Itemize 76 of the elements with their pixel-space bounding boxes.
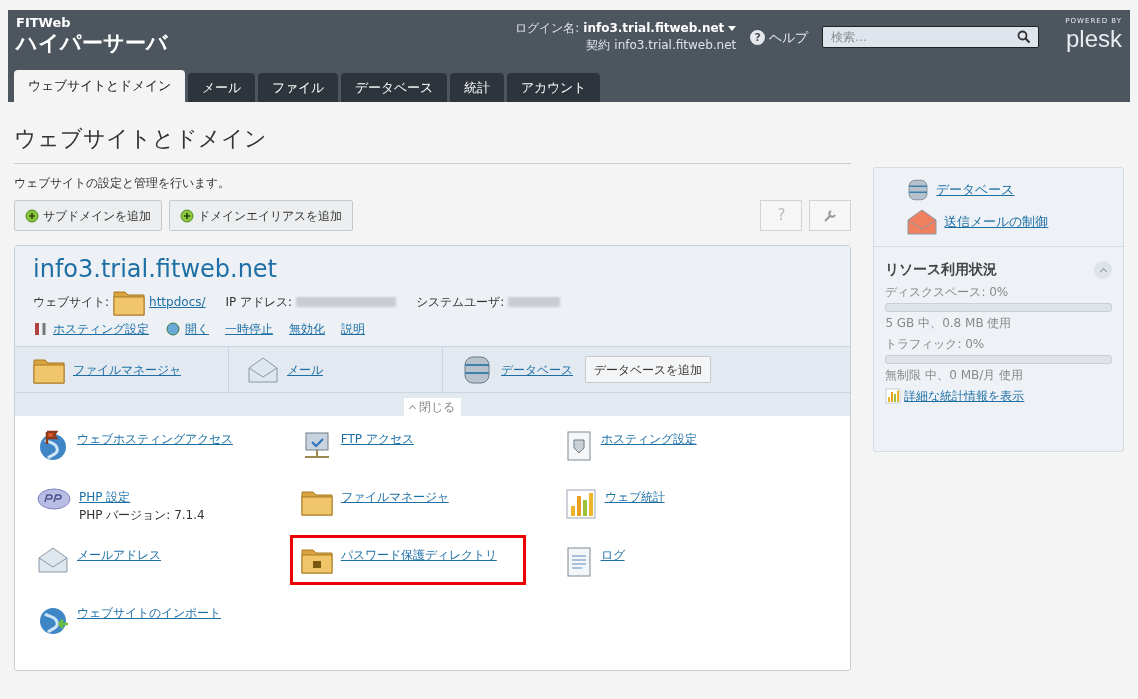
domain-action-link[interactable]: 一時停止 <box>225 320 273 338</box>
domain-action-link[interactable]: 無効化 <box>289 320 325 338</box>
search-field[interactable]: 検索... <box>822 26 1040 48</box>
stats-link[interactable]: 詳細な統計情報を表示 <box>904 387 1025 405</box>
help-link[interactable]: ? ヘルプ <box>750 28 809 48</box>
domain-name: info3.trial.fitweb.net <box>33 254 279 284</box>
nav-tab[interactable]: メール <box>188 73 255 102</box>
nav-tab[interactable]: アカウント <box>507 73 600 102</box>
quick-link[interactable]: メール <box>287 360 323 379</box>
tool-link[interactable]: PHP 設定 <box>79 488 205 506</box>
database-icon <box>906 178 931 202</box>
envelope-icon <box>37 546 69 574</box>
tool-link[interactable]: ファイルマネージャ <box>340 488 449 506</box>
collapse-tab[interactable]: 閉じる <box>404 398 462 416</box>
bar-chart-icon <box>564 488 597 520</box>
nav-tab[interactable]: 統計 <box>450 73 504 102</box>
tool-link[interactable]: FTP アクセス <box>340 430 414 448</box>
envelope-icon <box>906 208 939 236</box>
ip-label: IP アドレス: <box>225 294 293 311</box>
meter-detail: 無制限 中、0 MB/月 使用 <box>885 367 1025 384</box>
system-user-label: システムユーザ: <box>416 294 505 311</box>
httpdocs-link[interactable]: httpdocs/ <box>149 293 206 311</box>
globe-icon <box>165 321 181 337</box>
envelope-icon <box>247 355 279 384</box>
sidebar-link[interactable]: データベース <box>936 180 1015 200</box>
resources-title: リソース利用状況 <box>885 260 998 279</box>
meter-detail: 5 GB 中、0.8 MB 使用 <box>885 315 1013 332</box>
plus-icon <box>25 208 39 223</box>
php-icon <box>37 488 71 510</box>
folder-icon <box>300 488 333 516</box>
document-shield-icon <box>564 430 593 462</box>
website-label: ウェブサイト: <box>33 294 110 311</box>
page-description: ウェブサイトの設定と管理を行います。 <box>14 175 231 192</box>
tool-link[interactable]: ウェブサイトのインポート <box>77 604 221 622</box>
settings-button[interactable] <box>809 200 852 231</box>
login-label: ログイン名: <box>515 20 580 37</box>
contract-label: 契約 <box>586 37 611 54</box>
collapse-button[interactable] <box>1094 260 1112 279</box>
help-icon: ? <box>750 30 766 46</box>
domain-action-link[interactable]: ホスティング設定 <box>53 320 149 338</box>
caret-icon <box>728 26 737 31</box>
login-menu[interactable]: info3.trial.fitweb.net <box>583 20 737 37</box>
add-database-button[interactable]: データベースを追加 <box>585 356 711 383</box>
add-button[interactable]: ドメインエイリアスを追加 <box>169 200 353 231</box>
tool-link[interactable]: ウェブホスティングアクセス <box>77 430 233 448</box>
tool-link[interactable]: メールアドレス <box>77 546 161 564</box>
nav-tab[interactable]: ウェブサイトとドメイン <box>14 70 185 102</box>
brand-subtitle: FITWeb <box>16 16 72 30</box>
page-title: ウェブサイトとドメイン <box>14 122 852 164</box>
folder-icon <box>113 288 146 316</box>
meter-label: ディスクスペース: 0% <box>885 284 1010 301</box>
nav-tab[interactable]: ファイル <box>258 73 338 102</box>
globe-flag-icon <box>37 430 69 462</box>
redacted-text <box>508 297 561 307</box>
locked-folder-icon <box>300 546 333 574</box>
tool-link[interactable]: ウェブ統計 <box>604 488 665 506</box>
wrench-icon <box>823 208 838 223</box>
plus-icon <box>180 208 194 223</box>
bar-chart-icon <box>885 388 902 404</box>
meter-label: トラフィック: 0% <box>885 336 986 353</box>
sidebar-link[interactable]: 送信メールの制御 <box>944 212 1049 232</box>
contract-value: info3.trial.fitweb.net <box>614 37 737 54</box>
add-button[interactable]: サブドメインを追加 <box>14 200 162 231</box>
document-icon <box>564 546 593 578</box>
tool-link[interactable]: ホスティング設定 <box>600 430 697 448</box>
tool-link[interactable]: パスワード保護ディレクトリ <box>340 546 497 564</box>
quick-link[interactable]: データベース <box>501 360 573 379</box>
nav-tab[interactable]: データベース <box>341 73 447 102</box>
domain-action-link[interactable]: 開く <box>185 320 209 338</box>
php-version-text: PHP バージョン: 7.1.4 <box>79 507 205 524</box>
plesk-logo: plesk <box>1065 26 1122 51</box>
domain-action-link[interactable]: 説明 <box>341 320 365 338</box>
search-icon <box>1017 30 1032 44</box>
tool-link[interactable]: ログ <box>600 546 625 564</box>
brand-title: ハイパーサーバ <box>16 30 168 56</box>
quick-link[interactable]: ファイルマネージャ <box>73 360 181 379</box>
